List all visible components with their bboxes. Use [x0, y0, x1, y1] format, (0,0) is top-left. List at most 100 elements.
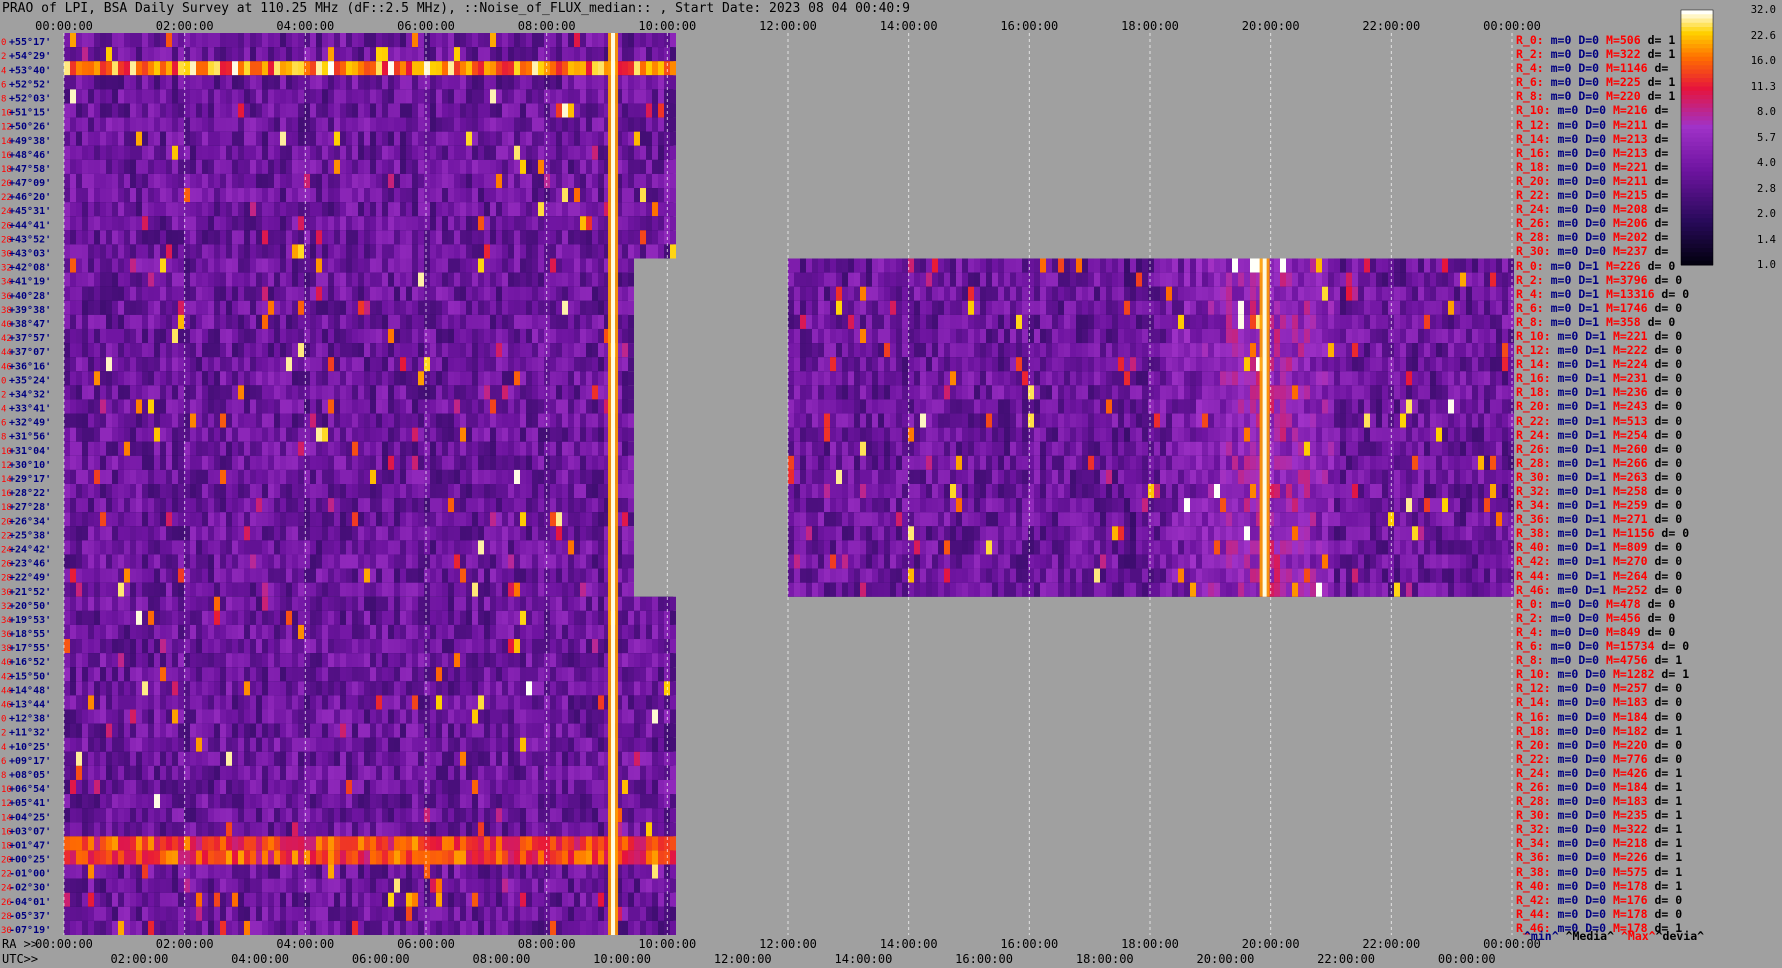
- heat-cell: [448, 117, 454, 132]
- heat-cell: [262, 568, 268, 583]
- heat-cell: [292, 117, 298, 132]
- heat-cell: [1406, 371, 1412, 386]
- heat-cell: [1394, 314, 1400, 329]
- heat-cell: [1382, 300, 1388, 315]
- heat-cell: [352, 244, 358, 259]
- heat-cell: [370, 131, 376, 146]
- heat-cell: [1322, 357, 1328, 372]
- heat-cell: [220, 455, 226, 470]
- heat-cell: [670, 117, 676, 132]
- heat-cell: [484, 399, 490, 414]
- heat-cell: [1328, 286, 1334, 301]
- heat-cell: [238, 582, 244, 597]
- heat-cell: [418, 568, 424, 583]
- heat-cell: [64, 371, 70, 386]
- heat-cell: [310, 47, 316, 62]
- heat-cell: [298, 568, 304, 583]
- heat-cell: [418, 357, 424, 372]
- heat-cell: [400, 272, 406, 287]
- heat-cell: [202, 568, 208, 583]
- heat-cell: [190, 441, 196, 456]
- heat-cell: [346, 188, 352, 203]
- heat-cell: [842, 314, 848, 329]
- heat-cell: [394, 286, 400, 301]
- heat-cell: [112, 441, 118, 456]
- heat-cell: [824, 371, 830, 386]
- heat-cell: [346, 526, 352, 541]
- heat-cell: [286, 131, 292, 146]
- heat-cell: [1154, 300, 1160, 315]
- heat-cell: [64, 413, 70, 428]
- heat-cell: [878, 258, 884, 273]
- heat-cell: [100, 554, 106, 569]
- heat-cell: [562, 61, 568, 76]
- heat-cell: [884, 286, 890, 301]
- heat-cell: [166, 512, 172, 527]
- heat-cell: [1190, 286, 1196, 301]
- heat-cell: [1238, 357, 1244, 372]
- heat-cell: [824, 357, 830, 372]
- heat-cell: [1160, 328, 1166, 344]
- heat-cell: [412, 202, 418, 217]
- heat-cell: [454, 385, 460, 400]
- heat-cell: [598, 357, 604, 372]
- heat-cell: [130, 526, 136, 541]
- heat-cell: [794, 258, 800, 273]
- heat-cell: [124, 469, 130, 484]
- heat-cell: [538, 441, 544, 456]
- heat-cell: [406, 343, 412, 358]
- heat-cell: [292, 343, 298, 358]
- heat-cell: [1508, 314, 1514, 329]
- heat-cell: [388, 441, 394, 456]
- heat-cell: [94, 498, 100, 513]
- heat-cell: [208, 103, 214, 118]
- heat-cell: [322, 173, 328, 189]
- heat-cell: [136, 526, 142, 541]
- heat-cell: [232, 173, 238, 189]
- heat-cell: [94, 441, 100, 456]
- heat-cell: [334, 159, 340, 174]
- heat-cell: [514, 272, 520, 287]
- heat-cell: [388, 89, 394, 104]
- heat-cell: [412, 441, 418, 456]
- heat-cell: [208, 385, 214, 400]
- heat-cell: [568, 540, 574, 555]
- heat-cell: [190, 455, 196, 470]
- heat-cell: [370, 145, 376, 160]
- heat-cell: [520, 89, 526, 104]
- heat-cell: [202, 357, 208, 372]
- heat-cell: [442, 314, 448, 329]
- heat-cell: [908, 300, 914, 315]
- heat-cell: [406, 526, 412, 541]
- heat-cell: [442, 540, 448, 555]
- heat-cell: [274, 540, 280, 555]
- heat-cell: [818, 258, 824, 273]
- heat-cell: [484, 554, 490, 569]
- heat-cell: [454, 526, 460, 541]
- heat-cell: [1094, 300, 1100, 315]
- heat-cell: [460, 413, 466, 428]
- heat-cell: [316, 117, 322, 132]
- heat-cell: [148, 427, 154, 442]
- heat-cell: [208, 441, 214, 456]
- heat-cell: [658, 188, 664, 203]
- heat-cell: [418, 540, 424, 555]
- heat-cell: [388, 371, 394, 386]
- heat-cell: [866, 371, 872, 386]
- heat-cell: [472, 314, 478, 329]
- heat-cell: [250, 47, 256, 62]
- heat-cell: [142, 371, 148, 386]
- heat-cell: [406, 371, 412, 386]
- heat-cell: [646, 173, 652, 189]
- heat-cell: [430, 300, 436, 315]
- heat-cell: [1178, 258, 1184, 273]
- heat-cell: [262, 413, 268, 428]
- heat-cell: [64, 159, 70, 174]
- heat-cell: [550, 300, 556, 315]
- heat-cell: [112, 145, 118, 160]
- heat-cell: [394, 188, 400, 203]
- heat-cell: [292, 258, 298, 273]
- heat-cell: [830, 371, 836, 386]
- heat-cell: [992, 286, 998, 301]
- heat-cell: [334, 244, 340, 259]
